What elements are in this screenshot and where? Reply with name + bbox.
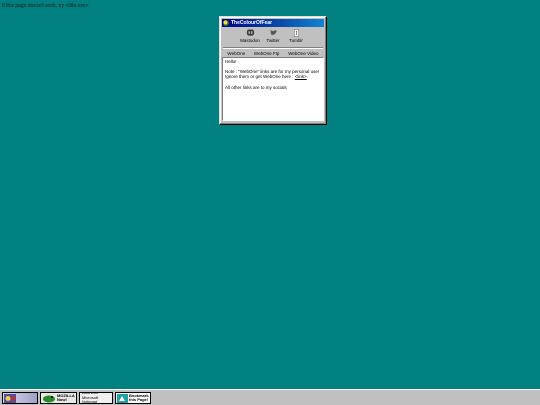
bookmark-badge[interactable]: Bookmark this Page! xyxy=(115,392,151,404)
notepad-text: Built with Microsoft Notepad xyxy=(82,392,99,404)
badge-1-icon xyxy=(4,394,16,403)
notepad-badge[interactable]: Built with Microsoft Notepad xyxy=(79,392,113,404)
twitter-button[interactable]: Twitter xyxy=(263,28,283,46)
window-titlebar[interactable]: TheColourOfFear xyxy=(222,19,324,27)
socials-note: All other links are to my socials xyxy=(225,84,287,90)
mozilla-badge[interactable]: MOZILLA Now! xyxy=(40,392,77,404)
bookmark-icon xyxy=(117,394,128,403)
webone-links-bar: WebOne WebOne Ftp WebOne Video xyxy=(223,49,323,57)
page-note: If this page doesn't work, try <title.ex… xyxy=(2,3,89,9)
tumblr-icon: t xyxy=(293,29,299,37)
tumblr-label: Tumblr xyxy=(289,38,303,43)
mastodon-label: Mastodon xyxy=(240,38,260,43)
content-pane: Hello! Note : "WebOne" links are for my … xyxy=(222,57,324,121)
webone-video-link[interactable]: WebOne Video xyxy=(288,51,318,56)
webone-ftp-link[interactable]: WebOne Ftp xyxy=(254,51,279,56)
window-title: TheColourOfFear xyxy=(231,20,273,26)
app-icon xyxy=(223,20,229,26)
mastodon-icon xyxy=(246,29,254,36)
taskbar: MOZILLA Now! Built with Microsoft Notepa… xyxy=(0,389,540,405)
browser-window: TheColourOfFear Mastodon Twitter t Tumbl… xyxy=(219,16,327,125)
svg-text:t: t xyxy=(295,30,297,37)
social-toolbar: Mastodon Twitter t Tumblr xyxy=(223,28,323,46)
badge-1[interactable] xyxy=(2,392,38,404)
mozilla-icon xyxy=(43,395,55,403)
tumblr-button[interactable]: t Tumblr xyxy=(286,28,306,46)
mastodon-button[interactable]: Mastodon xyxy=(240,28,260,46)
twitter-icon xyxy=(269,29,277,35)
twitter-label: Twitter xyxy=(266,38,280,43)
webone-link[interactable]: WebOne xyxy=(227,51,245,56)
note-line-2: Ignore them or get WebOne here : <link>. xyxy=(225,74,308,80)
webone-download-link[interactable]: <link> xyxy=(295,74,307,79)
